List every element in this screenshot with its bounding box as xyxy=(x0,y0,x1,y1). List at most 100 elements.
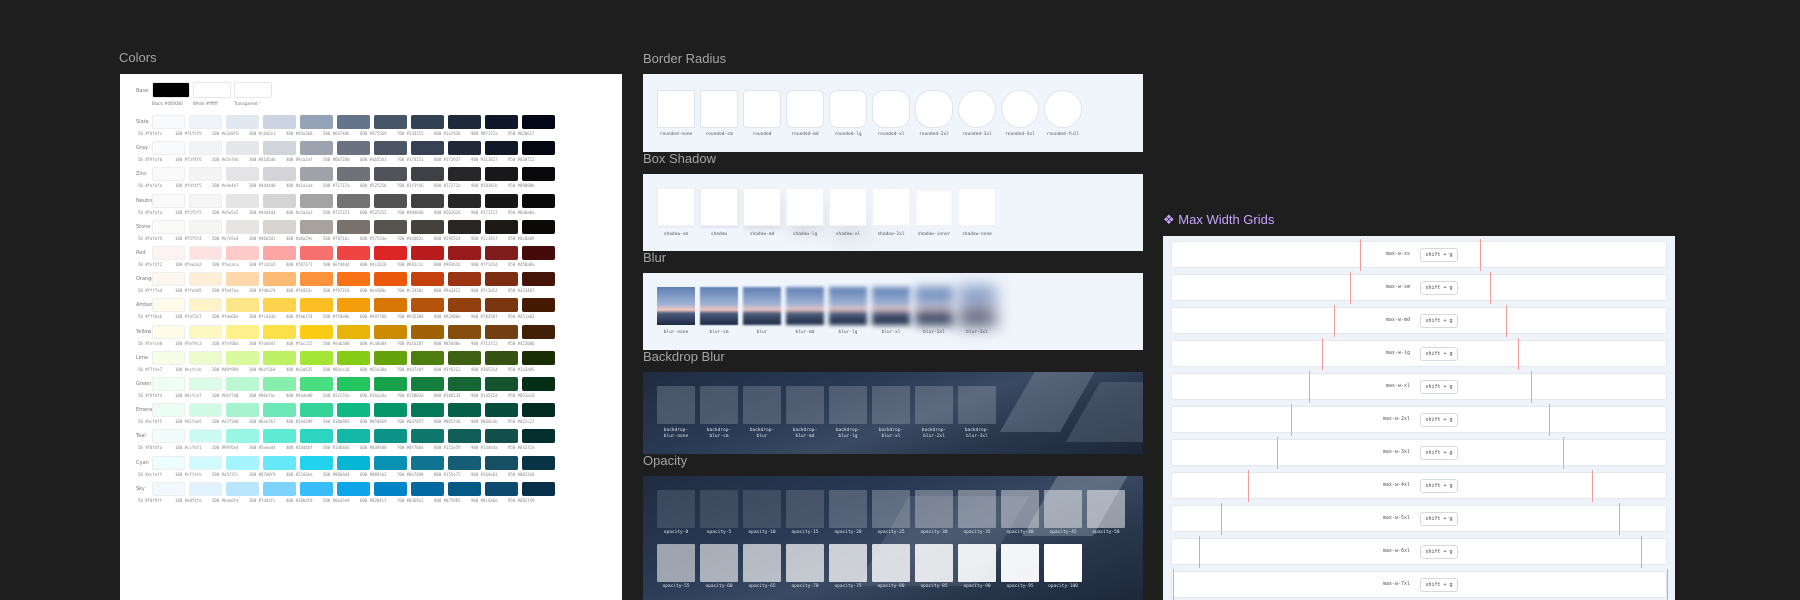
color-swatch[interactable] xyxy=(448,298,481,313)
color-swatch[interactable] xyxy=(337,481,370,496)
color-swatch[interactable] xyxy=(152,455,185,470)
opacity-title[interactable]: Opacity xyxy=(643,453,687,468)
color-swatch[interactable] xyxy=(300,455,333,470)
opacity-tile[interactable] xyxy=(743,490,781,528)
color-swatch[interactable] xyxy=(374,324,407,339)
color-swatch[interactable] xyxy=(226,219,259,234)
color-swatch[interactable] xyxy=(485,167,518,182)
color-swatch[interactable] xyxy=(152,141,185,156)
color-swatch[interactable] xyxy=(522,403,555,418)
color-swatch[interactable] xyxy=(337,193,370,208)
color-swatch[interactable] xyxy=(337,324,370,339)
color-swatch[interactable] xyxy=(522,115,555,129)
color-swatch[interactable] xyxy=(485,403,518,418)
color-swatch[interactable] xyxy=(485,298,518,313)
color-swatch[interactable] xyxy=(485,350,518,365)
max-width-title[interactable]: ❖ Max Width Grids xyxy=(1163,212,1274,228)
color-swatch[interactable] xyxy=(300,403,333,418)
color-swatch[interactable] xyxy=(522,324,555,339)
color-swatch[interactable] xyxy=(522,219,555,234)
backdrop-blur-title[interactable]: Backdrop Blur xyxy=(643,349,725,364)
opacity-tile[interactable] xyxy=(786,544,824,582)
color-swatch[interactable] xyxy=(448,193,481,208)
color-swatch[interactable] xyxy=(300,193,333,208)
color-swatch[interactable] xyxy=(411,429,444,444)
color-swatch[interactable] xyxy=(522,481,555,496)
color-swatch[interactable] xyxy=(300,219,333,234)
color-swatch[interactable] xyxy=(263,324,296,339)
color-swatch[interactable] xyxy=(189,141,222,156)
color-swatch[interactable] xyxy=(522,193,555,208)
color-swatch[interactable] xyxy=(485,324,518,339)
color-swatch[interactable] xyxy=(448,481,481,496)
color-swatch[interactable] xyxy=(263,193,296,208)
opacity-tile[interactable] xyxy=(786,490,824,528)
color-swatch[interactable] xyxy=(337,246,370,260)
color-swatch[interactable] xyxy=(263,141,296,156)
color-swatch[interactable] xyxy=(189,193,222,208)
color-swatch[interactable] xyxy=(337,455,370,470)
shadow-tile[interactable] xyxy=(829,188,867,226)
shortcut-key[interactable]: shift + g xyxy=(1420,545,1458,559)
color-swatch[interactable] xyxy=(522,272,555,287)
opacity-tile[interactable] xyxy=(958,544,996,582)
color-swatch[interactable] xyxy=(522,246,555,260)
color-swatch[interactable] xyxy=(485,377,518,391)
opacity-tile[interactable] xyxy=(829,490,867,528)
color-swatch[interactable] xyxy=(411,350,444,365)
color-swatch[interactable] xyxy=(300,246,333,260)
color-swatch[interactable] xyxy=(448,272,481,287)
color-swatch[interactable] xyxy=(448,115,481,129)
color-swatch[interactable] xyxy=(485,141,518,156)
color-swatch[interactable] xyxy=(374,377,407,391)
radius-tile[interactable] xyxy=(829,90,867,128)
blur-title[interactable]: Blur xyxy=(643,250,666,265)
mountain-image[interactable] xyxy=(657,287,695,325)
color-swatch[interactable] xyxy=(189,429,222,444)
shadow-tile[interactable] xyxy=(700,188,738,226)
color-swatch[interactable] xyxy=(411,115,444,129)
shadow-tile[interactable] xyxy=(872,188,910,226)
color-swatch[interactable] xyxy=(189,350,222,365)
opacity-tile[interactable] xyxy=(1087,490,1125,528)
color-swatch[interactable] xyxy=(226,403,259,418)
color-swatch[interactable] xyxy=(337,377,370,391)
color-swatch[interactable] xyxy=(411,141,444,156)
opacity-tile[interactable] xyxy=(872,544,910,582)
color-swatch[interactable] xyxy=(337,219,370,234)
color-swatch[interactable] xyxy=(189,403,222,418)
color-swatch[interactable] xyxy=(300,377,333,391)
shadow-tile[interactable] xyxy=(657,188,695,226)
backdrop-tile[interactable] xyxy=(786,386,824,424)
color-swatch[interactable] xyxy=(263,246,296,260)
color-swatch[interactable] xyxy=(300,115,333,129)
color-swatch[interactable] xyxy=(226,350,259,365)
color-swatch[interactable] xyxy=(448,429,481,444)
backdrop-tile[interactable] xyxy=(700,386,738,424)
mountain-image[interactable] xyxy=(872,287,910,325)
grid-row[interactable]: max-w-sm shift + g xyxy=(1171,272,1667,304)
mountain-image[interactable] xyxy=(786,287,824,325)
color-swatch[interactable] xyxy=(485,481,518,496)
color-swatch[interactable] xyxy=(263,403,296,418)
color-swatch[interactable] xyxy=(411,455,444,470)
color-swatch[interactable] xyxy=(189,455,222,470)
color-swatch[interactable] xyxy=(374,429,407,444)
color-swatch[interactable] xyxy=(411,377,444,391)
color-swatch[interactable] xyxy=(522,377,555,391)
radius-tile[interactable] xyxy=(700,90,738,128)
color-swatch[interactable] xyxy=(411,246,444,260)
shortcut-key[interactable]: shift + g xyxy=(1420,413,1458,427)
color-swatch[interactable] xyxy=(374,219,407,234)
radius-tile[interactable] xyxy=(958,90,996,128)
opacity-tile[interactable] xyxy=(958,490,996,528)
color-swatch[interactable] xyxy=(374,115,407,129)
color-swatch[interactable] xyxy=(234,82,272,98)
opacity-tile[interactable] xyxy=(1044,490,1082,528)
border-radius-frame[interactable]: rounded-none rounded-sm rounded rounded-md r… xyxy=(643,74,1143,152)
mountain-image[interactable] xyxy=(829,287,867,325)
color-swatch[interactable] xyxy=(226,455,259,470)
color-swatch[interactable] xyxy=(226,429,259,444)
color-swatch[interactable] xyxy=(226,272,259,287)
color-swatch[interactable] xyxy=(448,141,481,156)
